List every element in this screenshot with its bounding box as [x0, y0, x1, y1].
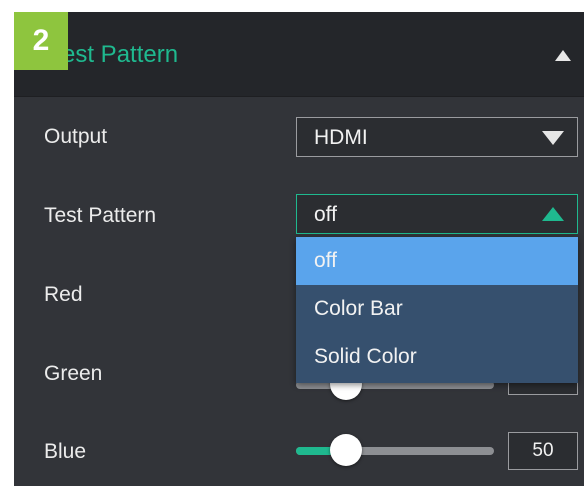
triangle-up-icon	[542, 207, 564, 221]
dropdown-option-off[interactable]: off	[296, 237, 578, 285]
collapse-triangle-up-icon[interactable]	[555, 50, 571, 61]
blue-slider[interactable]	[296, 434, 494, 466]
test-pattern-select[interactable]: off	[296, 194, 578, 234]
test-pattern-label: Test Pattern	[44, 204, 157, 227]
triangle-down-icon	[542, 131, 564, 145]
dropdown-option-solid-color[interactable]: Solid Color	[296, 333, 578, 381]
blue-slider-knob[interactable]	[330, 434, 362, 466]
annotation-badge: 2	[14, 12, 68, 70]
test-pattern-dropdown: off Color Bar Solid Color	[296, 237, 578, 383]
output-label: Output	[44, 125, 108, 148]
red-label: Red	[44, 283, 83, 306]
blue-label: Blue	[44, 440, 87, 463]
output-select[interactable]: HDMI	[296, 117, 578, 157]
section-header[interactable]: Test Pattern	[14, 12, 584, 97]
dropdown-option-color-bar[interactable]: Color Bar	[296, 285, 578, 333]
green-label: Green	[44, 362, 103, 385]
blue-value-input[interactable]: 50	[508, 432, 578, 470]
section-title: Test Pattern	[50, 41, 179, 68]
test-pattern-select-value: off	[314, 203, 337, 226]
output-select-value: HDMI	[314, 126, 368, 149]
